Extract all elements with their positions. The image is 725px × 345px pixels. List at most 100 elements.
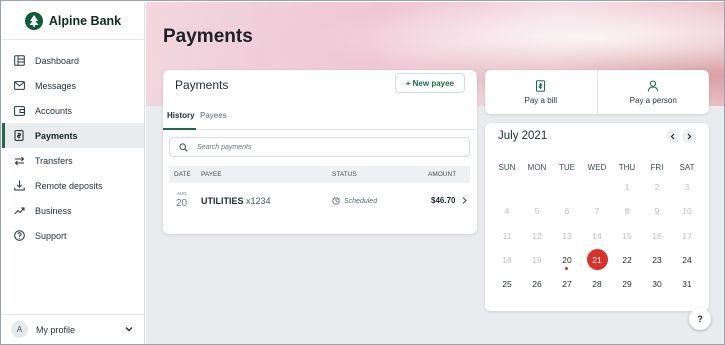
calendar-day: 7 [582,199,612,223]
tab-payees[interactable]: Payees [200,111,227,120]
transfer-icon [13,155,25,167]
calendar-day: 15 [612,224,642,248]
calendar-day-number: 29 [622,279,632,290]
quick-actions-card: Pay a bill Pay a person [485,70,709,114]
weekday-label: FRI [650,163,664,172]
sidebar-item-business[interactable]: Business [2,198,144,223]
calendar-day: 11 [492,224,522,248]
payments-card: Payments + New payee History Payees Sear… [163,70,477,234]
sidebar-item-payments[interactable]: Payments [2,123,144,148]
calendar-day: 6 [552,199,582,223]
sidebar-item-support[interactable]: Support [2,223,144,248]
row-status-text: Scheduled [344,197,378,205]
column-header-payee: PAYEE [201,171,222,178]
previous-month-button[interactable] [666,129,680,143]
sidebar-item-label: Messages [35,80,77,91]
brand[interactable]: Alpine Bank [2,2,144,40]
sidebar-item-messages[interactable]: Messages [2,73,144,98]
calendar-day: 14 [582,224,612,248]
calendar-day-number: 12 [532,230,542,241]
search-input[interactable]: Search payments [169,137,470,157]
payments-tabs: History Payees [163,104,477,130]
trend-icon [13,205,25,217]
tab-history[interactable]: History [167,111,195,120]
new-payee-button[interactable]: + New payee [394,73,465,93]
pay-a-person-button[interactable]: Pay a person [596,70,710,114]
calendar-day-number: 1 [624,182,630,192]
app-window: Alpine Bank Dashboard Messages Accounts Pay… [0,0,725,345]
calendar-day[interactable]: 20 [552,248,582,272]
table-row[interactable]: AUG 20 UTILITIES x1234 Scheduled $46.70 [169,187,470,215]
calendar-day[interactable]: 30 [642,272,672,296]
calendar-day: 13 [552,224,582,248]
sidebar-item-accounts[interactable]: Accounts [2,98,144,123]
calendar-day: 2 [642,175,672,199]
calendar-day[interactable]: 22 [612,248,642,272]
active-tab-indicator [163,128,196,130]
sidebar-item-label: Remote deposits [35,180,103,191]
calendar-day: 5 [522,199,552,223]
weekday-label: THU [618,163,636,172]
calendar-day[interactable]: 27 [552,272,582,296]
chevron-down-icon [125,327,133,332]
calendar-day-number: 5 [534,206,540,217]
help-button[interactable]: ? [689,308,711,330]
sidebar-nav: Dashboard Messages Accounts Payments Transfe… [2,48,144,248]
sidebar-item-label: Dashboard [35,55,80,66]
calendar-day[interactable]: 29 [612,272,642,296]
calendar-day[interactable]: 24 [672,248,702,272]
sidebar-item-dashboard[interactable]: Dashboard [2,48,144,73]
person-icon [647,80,659,91]
calendar-day-number: 9 [654,206,660,217]
row-payee-account: x1234 [246,196,271,206]
sidebar: Alpine Bank Dashboard Messages Accounts Pay… [2,2,145,344]
page-title: Payments [163,26,253,47]
profile-menu[interactable]: A My profile [2,314,144,344]
column-header-amount: AMOUNT [428,171,457,178]
calendar-day-number: 10 [682,206,692,217]
calendar-day-number: 31 [682,279,692,290]
calendar-day-number: 16 [652,230,662,241]
main-content: Payments Payments + New payee History Pa… [146,2,724,344]
column-header-date: DATE [174,171,191,178]
calendar-day-number: 25 [502,279,512,290]
calendar-day: 16 [642,224,672,248]
search-icon [179,142,188,152]
calendar-day: 1 [612,175,642,199]
pay-a-bill-button[interactable]: Pay a bill [485,70,597,114]
sidebar-item-transfers[interactable]: Transfers [2,148,144,173]
calendar-day-number: 11 [502,230,512,241]
calendar-day[interactable]: 26 [522,272,552,296]
bill-icon [13,130,25,142]
weekday-label: WED [587,163,607,172]
calendar-day: 8 [612,199,642,223]
next-month-button[interactable] [682,129,696,143]
mail-icon [13,80,25,92]
weekday-label: MON [527,163,547,172]
dashboard-icon [13,55,25,67]
pay-a-person-label: Pay a person [629,95,677,105]
calendar-day[interactable]: 25 [492,272,522,296]
calendar-day[interactable]: 28 [582,272,612,296]
bill-icon [536,79,546,92]
calendar-day-number: 2 [654,182,660,192]
calendar-day-number: 3 [684,182,690,192]
sidebar-item-label: Transfers [35,155,73,166]
payments-card-title: Payments [175,78,229,92]
calendar-day-number: 8 [624,206,630,217]
calendar-day[interactable]: 23 [642,248,672,272]
calendar-day-number: 15 [622,230,632,241]
calendar-day-number: 27 [562,279,572,290]
calendar-day-number: 24 [682,254,692,265]
row-amount: $46.70 [431,196,456,205]
clock-icon [332,197,340,205]
calendar-day[interactable]: 31 [672,272,702,296]
download-icon [13,180,25,192]
sidebar-item-remote-deposits[interactable]: Remote deposits [2,173,144,198]
calendar-day: 12 [522,224,552,248]
calendar-day: 10 [672,199,702,223]
sidebar-item-label: Business [35,205,72,216]
row-status: Scheduled [332,197,377,205]
calendar-day: 3 [672,175,702,199]
calendar-day-selected[interactable]: 21 [582,248,612,272]
